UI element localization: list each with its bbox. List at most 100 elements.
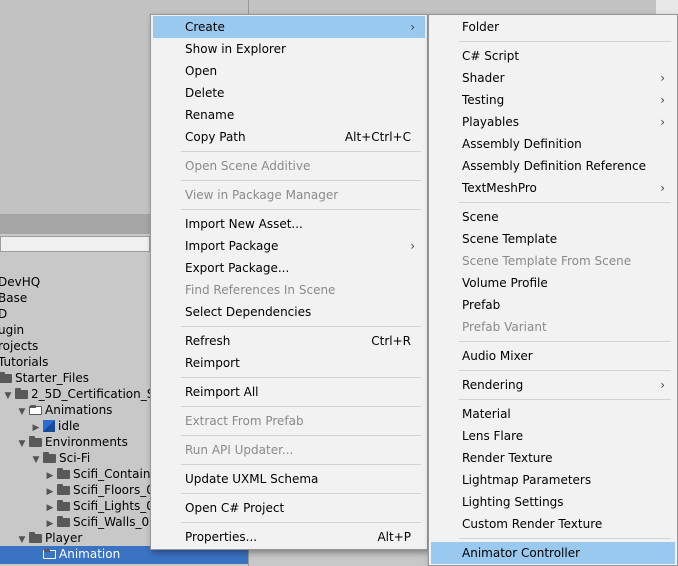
menu-item-delete[interactable]: Delete xyxy=(153,82,425,104)
tree-item-label: rojects xyxy=(0,339,39,353)
menu-item-scene-template[interactable]: Scene Template xyxy=(431,228,675,250)
menu-item-label: Shader xyxy=(462,71,505,85)
tree-item-ugin[interactable]: ugin xyxy=(0,322,24,338)
menu-item-label: Show in Explorer xyxy=(185,42,286,56)
expand-arrow-icon[interactable]: ▼ xyxy=(16,404,28,420)
menu-item-reimport-all[interactable]: Reimport All xyxy=(153,381,425,403)
menu-item-label: Create xyxy=(185,20,225,34)
expand-arrow-icon[interactable]: ▼ xyxy=(30,452,42,468)
menu-item-copy-path[interactable]: Copy Path Alt+Ctrl+C xyxy=(153,126,425,148)
menu-item-prefab[interactable]: Prefab xyxy=(431,294,675,316)
menu-item-lens-flare[interactable]: Lens Flare xyxy=(431,425,675,447)
tree-item-tutorials[interactable]: Tutorials xyxy=(0,354,48,370)
menu-item-run-api-updater: Run API Updater... xyxy=(153,439,425,461)
tree-item-scifi-floors-0[interactable]: ▶ Scifi_Floors_0 xyxy=(44,482,154,498)
menu-item-properties[interactable]: Properties... Alt+P xyxy=(153,526,425,548)
tree-item-environments[interactable]: ▼ Environments xyxy=(16,434,128,450)
tree-item-label: Animation xyxy=(59,547,121,561)
chevron-right-icon: › xyxy=(660,115,665,129)
tree-item-label: Animations xyxy=(45,403,113,417)
menu-item-lighting-settings[interactable]: Lighting Settings xyxy=(431,491,675,513)
menu-item-label: Lighting Settings xyxy=(462,495,564,509)
menu-item-open[interactable]: Open xyxy=(153,60,425,82)
folder-icon xyxy=(15,388,28,399)
chevron-right-icon: › xyxy=(410,20,415,34)
menu-item-lightmap-parameters[interactable]: Lightmap Parameters xyxy=(431,469,675,491)
expand-arrow-icon[interactable]: ▼ xyxy=(16,532,28,548)
menu-item-audio-mixer[interactable]: Audio Mixer xyxy=(431,345,675,367)
chevron-right-icon: › xyxy=(660,181,665,195)
menu-item-rename[interactable]: Rename xyxy=(153,104,425,126)
tree-item-label: ugin xyxy=(0,323,25,337)
menu-item-rendering[interactable]: Rendering › xyxy=(431,374,675,396)
tree-item-scifi-containe[interactable]: ▶ Scifi_Containe xyxy=(44,466,158,482)
menu-item-update-uxml-schema[interactable]: Update UXML Schema xyxy=(153,468,425,490)
tree-item-label: Scifi_Floors_0 xyxy=(73,483,154,497)
menu-item-reimport[interactable]: Reimport xyxy=(153,352,425,374)
menu-item-folder[interactable]: Folder xyxy=(431,16,675,38)
tree-item-label: Sci-Fi xyxy=(59,451,91,465)
tree-item-rojects[interactable]: rojects xyxy=(0,338,38,354)
tree-item-animation[interactable]: Animation xyxy=(30,546,120,562)
menu-item-label: Update UXML Schema xyxy=(185,472,319,486)
menu-item-label: Scene xyxy=(462,210,499,224)
menu-item-label: Folder xyxy=(462,20,500,34)
menu-item-label: Animator Controller xyxy=(462,546,581,560)
menu-item-volume-profile[interactable]: Volume Profile xyxy=(431,272,675,294)
folder-icon xyxy=(57,500,70,511)
menu-item-create[interactable]: Create › xyxy=(153,16,425,38)
tree-item-scifi-lights-0[interactable]: ▶ Scifi_Lights_0 xyxy=(44,498,154,514)
tree-item-devhq[interactable]: DevHQ xyxy=(0,274,40,290)
menu-separator xyxy=(181,522,421,523)
menu-item-animator-controller[interactable]: Animator Controller xyxy=(431,542,675,564)
tree-item-animations[interactable]: ▼ Animations xyxy=(16,402,113,420)
shortcut-label: Ctrl+R xyxy=(371,334,411,348)
menu-item-import-new-asset[interactable]: Import New Asset... xyxy=(153,213,425,235)
tree-item-d[interactable]: D xyxy=(0,306,7,322)
menu-item-label: Scene Template xyxy=(462,232,558,246)
menu-item-label: Material xyxy=(462,407,511,421)
tree-item-2-5d-certification-st[interactable]: ▼ 2_5D_Certification_St xyxy=(2,386,160,404)
menu-item-shader[interactable]: Shader › xyxy=(431,67,675,89)
menu-item-label: C# Script xyxy=(462,49,520,63)
menu-item-refresh[interactable]: Refresh Ctrl+R xyxy=(153,330,425,352)
menu-item-playables[interactable]: Playables › xyxy=(431,111,675,133)
menu-item-prefab-variant: Prefab Variant xyxy=(431,316,675,338)
menu-item-assembly-definition-reference[interactable]: Assembly Definition Reference xyxy=(431,155,675,177)
menu-item-import-package[interactable]: Import Package › xyxy=(153,235,425,257)
tree-item-sci-fi[interactable]: ▼ Sci-Fi xyxy=(30,450,91,468)
menu-item-c-script[interactable]: C# Script xyxy=(431,45,675,67)
menu-item-open-scene-additive: Open Scene Additive xyxy=(153,155,425,177)
menu-item-label: Refresh xyxy=(185,334,231,348)
menu-item-render-texture[interactable]: Render Texture xyxy=(431,447,675,469)
tree-item-label: Base xyxy=(0,291,28,305)
menu-item-open-c-project[interactable]: Open C# Project xyxy=(153,497,425,519)
menu-item-textmeshpro[interactable]: TextMeshPro › xyxy=(431,177,675,199)
menu-item-show-in-explorer[interactable]: Show in Explorer xyxy=(153,38,425,60)
menu-separator xyxy=(181,406,421,407)
folder-icon xyxy=(57,516,70,527)
menu-item-assembly-definition[interactable]: Assembly Definition xyxy=(431,133,675,155)
tree-item-idle[interactable]: ▶ idle xyxy=(30,418,80,434)
menu-item-label: Import New Asset... xyxy=(185,217,303,231)
menu-item-testing[interactable]: Testing › xyxy=(431,89,675,111)
menu-item-export-package[interactable]: Export Package... xyxy=(153,257,425,279)
chevron-right-icon: › xyxy=(410,239,415,253)
folder-open-icon xyxy=(29,405,42,415)
menu-item-material[interactable]: Material xyxy=(431,403,675,425)
menu-item-scene[interactable]: Scene xyxy=(431,206,675,228)
menu-item-select-dependencies[interactable]: Select Dependencies xyxy=(153,301,425,323)
tree-item-scifi-walls-05[interactable]: ▶ Scifi_Walls_05 xyxy=(44,514,157,530)
tree-item-base[interactable]: Base xyxy=(0,290,27,306)
menu-item-label: Rename xyxy=(185,108,235,122)
tree-item-player[interactable]: ▼ Player xyxy=(16,530,83,548)
shortcut-label: Alt+P xyxy=(377,530,411,544)
expand-arrow-icon[interactable]: ▼ xyxy=(2,388,14,404)
expand-arrow-icon[interactable]: ▼ xyxy=(16,436,28,452)
search-input[interactable] xyxy=(0,236,150,252)
menu-separator xyxy=(181,326,421,327)
menu-item-label: Assembly Definition Reference xyxy=(462,159,647,173)
menu-separator xyxy=(181,464,421,465)
tree-item-starter-files[interactable]: Starter_Files xyxy=(0,370,89,386)
menu-item-custom-render-texture[interactable]: Custom Render Texture xyxy=(431,513,675,535)
